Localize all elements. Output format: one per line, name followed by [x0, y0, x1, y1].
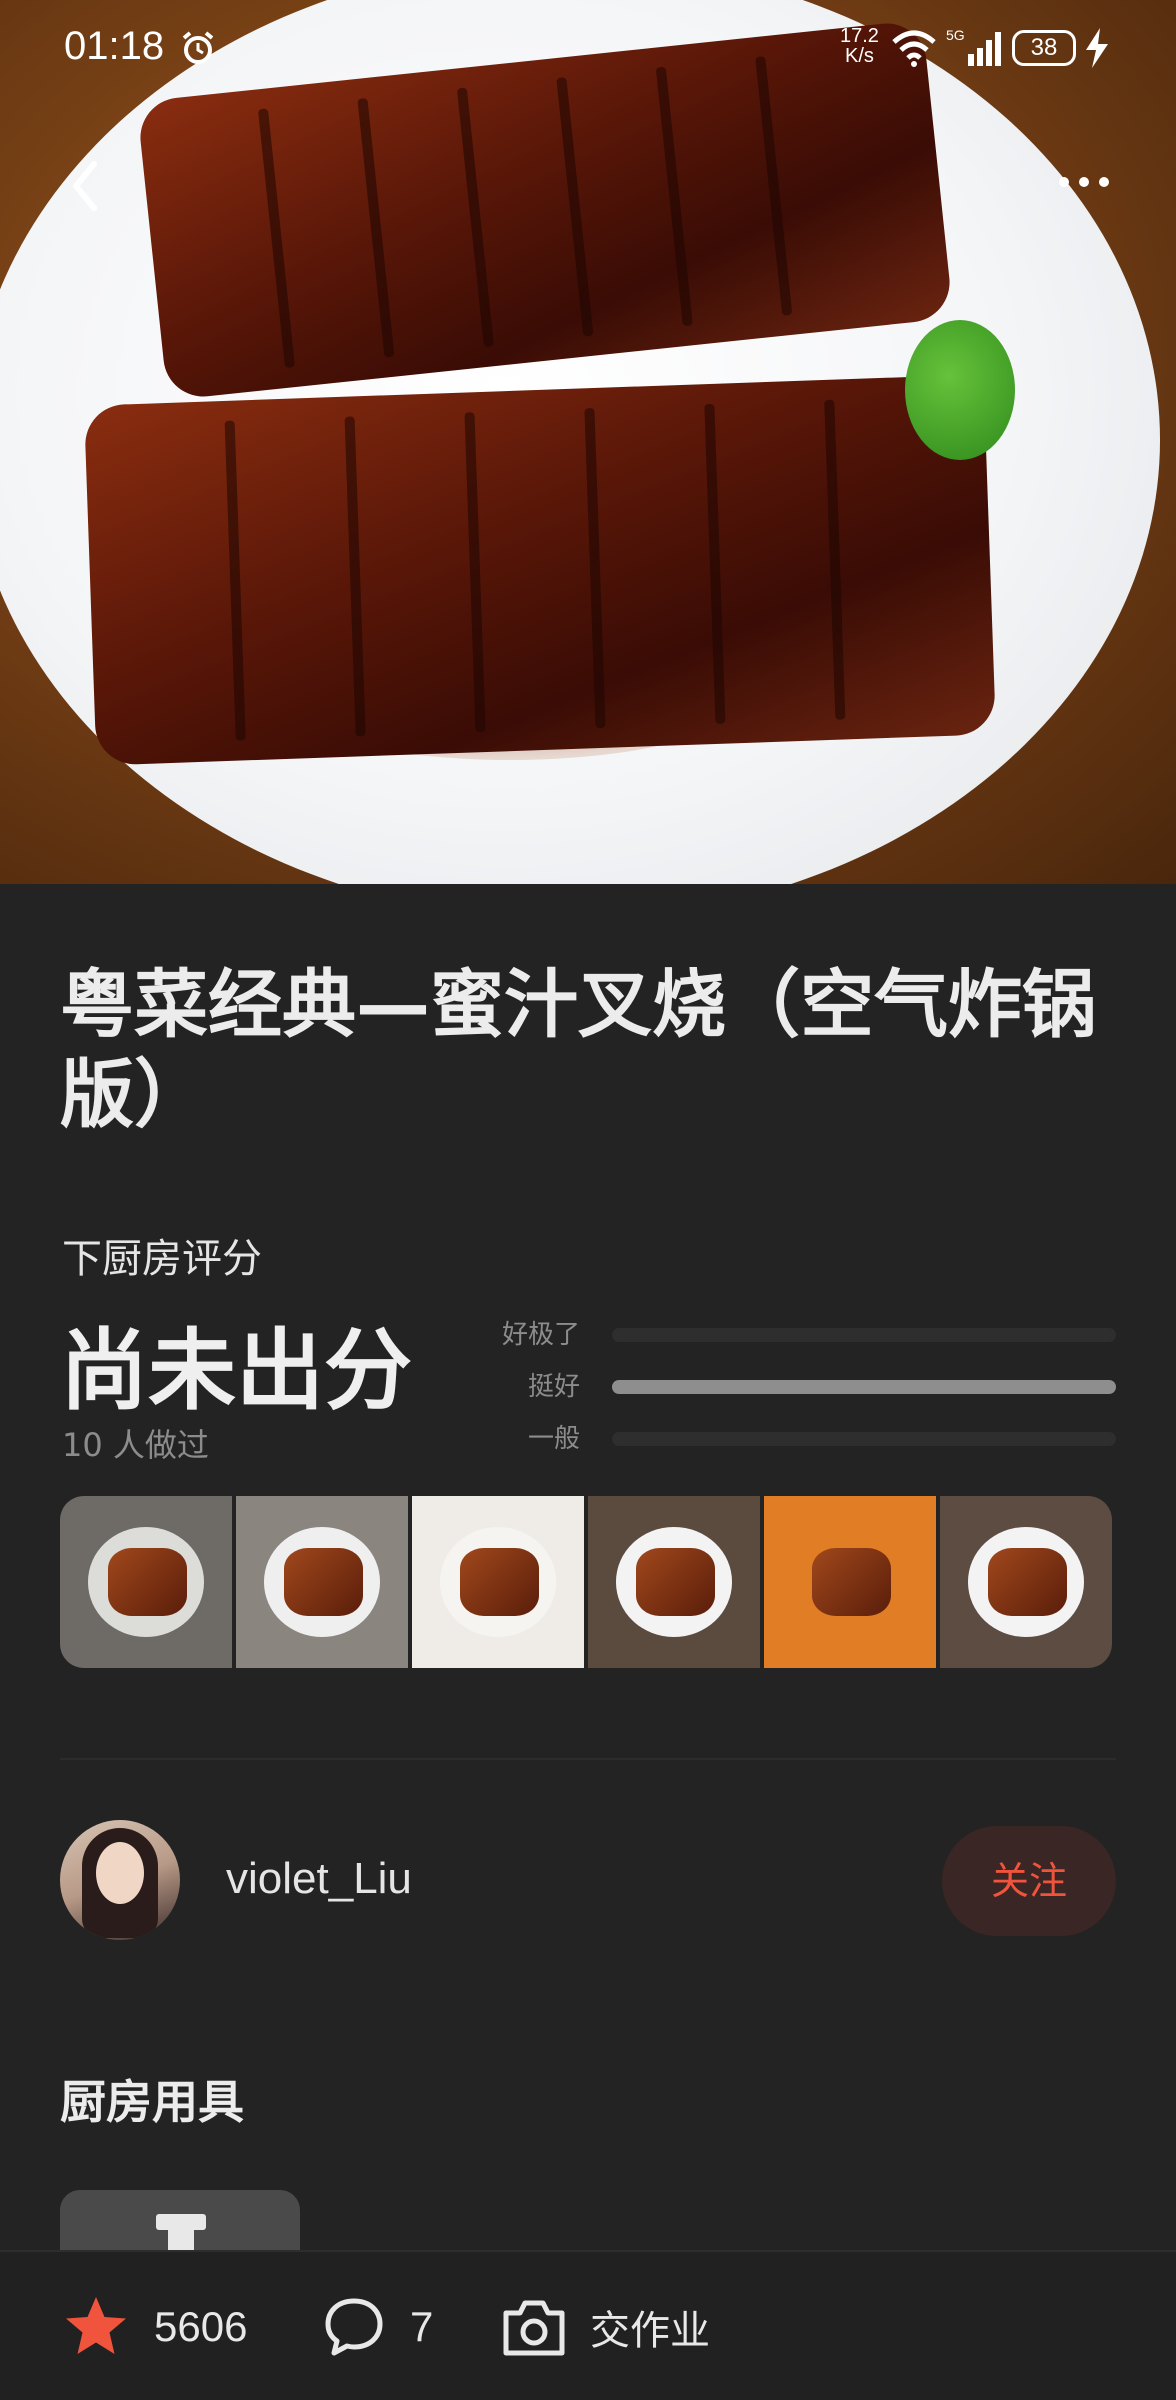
user-photos-gallery[interactable]: [60, 1496, 1112, 1668]
rating-row-average: 一般: [480, 1414, 1120, 1466]
rating-distribution: 好极了 挺好 一般: [480, 1310, 1120, 1466]
kitchen-tools-heading: 厨房用具: [60, 2075, 244, 2129]
svg-text:5G: 5G: [946, 27, 965, 43]
comment-button[interactable]: 7: [322, 2252, 433, 2400]
rating-bar-fill: [612, 1380, 1116, 1394]
gallery-thumb-4[interactable]: [588, 1496, 760, 1668]
submit-homework-label: 交作业: [590, 2308, 710, 2354]
made-count[interactable]: 10 人做过: [62, 1420, 209, 1466]
dish-food: [108, 1547, 188, 1617]
charging-icon: [1086, 28, 1108, 68]
favorite-count: 5606: [154, 2303, 248, 2350]
rating-row-excellent: 好极了: [480, 1310, 1120, 1362]
cellular-signal-icon: 5G: [946, 27, 1001, 66]
rating-bar-track: [612, 1380, 1116, 1394]
camera-icon: [503, 2300, 565, 2356]
gallery-thumb-5[interactable]: [764, 1496, 936, 1668]
rating-row-label: 一般: [527, 1424, 580, 1454]
comment-count: 7: [410, 2303, 434, 2350]
recipe-title: 粤菜经典—蜜汁叉烧（空气炸锅版）: [60, 962, 1096, 1138]
status-bar: 01:18 17.2 K/s 5G 38: [0, 0, 1176, 100]
more-options-button[interactable]: [1050, 160, 1120, 204]
follow-button[interactable]: 关注: [942, 1826, 1116, 1936]
comment-icon: [325, 2298, 383, 2356]
rating-label: 下厨房评分: [62, 1236, 262, 1282]
rating-bar-track: [612, 1328, 1116, 1342]
section-divider: [60, 1758, 1116, 1760]
author-username[interactable]: violet_Liu: [226, 1854, 412, 1904]
recipe-cover-image[interactable]: [0, 0, 1176, 884]
favorite-button[interactable]: 5606: [62, 2252, 247, 2400]
author-avatar[interactable]: [60, 1820, 180, 1940]
rating-row-good: 挺好: [480, 1362, 1120, 1414]
bottom-action-bar: 5606 7 交作业: [0, 2250, 1176, 2400]
dish-food: [636, 1547, 716, 1617]
network-speed: 17.2 K/s: [840, 25, 879, 67]
gallery-thumb-6[interactable]: [940, 1496, 1112, 1668]
alarm-icon: [182, 31, 214, 64]
rating-value: 尚未出分: [60, 1319, 413, 1422]
status-time: 01:18: [64, 24, 165, 68]
gallery-thumb-3[interactable]: [412, 1496, 584, 1668]
gallery-thumb-2[interactable]: [236, 1496, 408, 1668]
battery-indicator: 38: [1012, 30, 1076, 66]
broccoli-garnish: [905, 320, 1015, 460]
dish-food: [284, 1547, 364, 1617]
star-icon: [66, 2297, 126, 2354]
dish-food: [988, 1547, 1068, 1617]
back-button[interactable]: [58, 150, 118, 220]
dish-food: [812, 1547, 892, 1617]
rating-bar-track: [612, 1432, 1116, 1446]
wifi-icon: [892, 30, 936, 67]
dish-food: [460, 1547, 540, 1617]
rating-row-label: 挺好: [527, 1372, 580, 1402]
gallery-thumb-1[interactable]: [60, 1496, 232, 1668]
rating-row-label: 好极了: [501, 1320, 580, 1350]
char-siu-bottom: [83, 374, 997, 766]
submit-homework-button[interactable]: 交作业: [500, 2252, 710, 2400]
